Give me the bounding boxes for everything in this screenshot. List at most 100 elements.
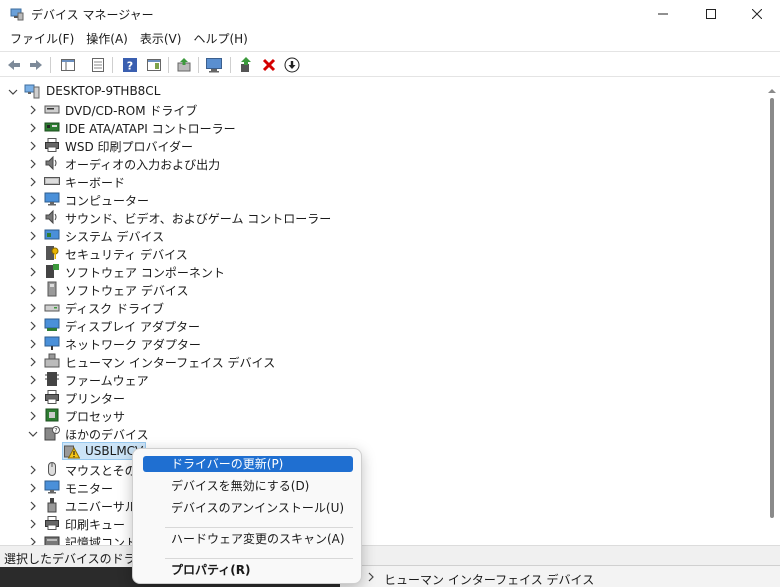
tree-node-label: セキュリティ デバイス <box>65 248 188 262</box>
toolbar-separator <box>230 57 231 73</box>
tree-node-label: サウンド、ビデオ、およびゲーム コントローラー <box>65 212 332 226</box>
uninstall-device-icon[interactable] <box>259 55 279 75</box>
chevron-right-icon[interactable] <box>28 140 38 151</box>
maximize-button[interactable] <box>688 0 734 28</box>
computer-icon <box>24 83 40 99</box>
tree-node-label: ほかのデバイス <box>65 428 149 442</box>
tree-category[interactable]: ヒューマン インターフェイス デバイス <box>0 352 764 370</box>
tree-category[interactable]: システム デバイス <box>0 226 764 244</box>
context-menu-separator <box>165 527 353 528</box>
scroll-up-icon[interactable] <box>768 84 776 93</box>
tree-category[interactable]: ファームウェア <box>0 370 764 388</box>
tree-category[interactable]: プリンター <box>0 388 764 406</box>
tree-category[interactable]: ディスプレイ アダプター <box>0 316 764 334</box>
menu-file[interactable]: ファイル(F) <box>4 29 80 49</box>
tree-category[interactable]: 記憶域コントロ <box>0 532 764 545</box>
tree-category[interactable]: コンピューター <box>0 190 764 208</box>
chevron-right-icon[interactable] <box>28 320 38 331</box>
tree-root-label: DESKTOP-9THB8CL <box>46 84 161 98</box>
chevron-right-icon[interactable] <box>28 464 38 475</box>
context-menu-item[interactable]: ドライバーの更新(P) <box>143 456 353 472</box>
printer-icon <box>44 515 60 531</box>
tree-category[interactable]: ネットワーク アダプター <box>0 334 764 352</box>
device-tree[interactable]: DESKTOP-9THB8CL DVD/CD-ROM ドライブ IDE ATA/A… <box>0 80 764 545</box>
usb-icon <box>44 497 60 513</box>
tree-node-label: IDE ATA/ATAPI コントローラー <box>65 122 236 136</box>
tree-category[interactable]: マウスとそのほ <box>0 460 764 478</box>
tree-category[interactable]: ソフトウェア デバイス <box>0 280 764 298</box>
unknown-device-icon: ? <box>44 425 60 441</box>
tree-category[interactable]: モニター <box>0 478 764 496</box>
chevron-right-icon[interactable] <box>28 248 38 259</box>
tree-category[interactable]: WSD 印刷プロバイダー <box>0 136 764 154</box>
chevron-right-icon[interactable] <box>28 482 38 493</box>
menu-view[interactable]: 表示(V) <box>134 29 188 49</box>
tree-category[interactable]: DVD/CD-ROM ドライブ <box>0 100 764 118</box>
chevron-right-icon[interactable] <box>28 158 38 169</box>
tree-category[interactable]: サウンド、ビデオ、およびゲーム コントローラー <box>0 208 764 226</box>
disk-drive-icon <box>44 299 60 315</box>
scan-hardware-icon[interactable] <box>204 55 224 75</box>
chevron-right-icon[interactable] <box>28 500 38 511</box>
scroll-thumb[interactable] <box>770 98 774 518</box>
disable-device-icon[interactable] <box>282 55 302 75</box>
chevron-down-icon[interactable] <box>28 428 38 438</box>
chevron-right-icon[interactable] <box>28 338 38 349</box>
tree-category[interactable]: キーボード <box>0 172 764 190</box>
tree-category[interactable]: ディスク ドライブ <box>0 298 764 316</box>
chevron-right-icon[interactable] <box>28 392 38 403</box>
chevron-right-icon[interactable] <box>28 176 38 187</box>
chevron-right-icon[interactable] <box>28 536 38 545</box>
context-menu-item[interactable]: プロパティ(R) <box>143 562 353 578</box>
minimize-button[interactable] <box>640 0 686 28</box>
chevron-right-icon[interactable] <box>28 104 38 115</box>
action-pane-icon[interactable] <box>144 55 164 75</box>
chevron-right-icon[interactable] <box>28 302 38 313</box>
printer-icon <box>44 137 60 153</box>
menu-action[interactable]: 操作(A) <box>80 29 134 49</box>
update-driver-icon[interactable] <box>174 55 194 75</box>
forward-arrow-icon[interactable] <box>26 55 46 75</box>
mouse-icon <box>44 461 60 477</box>
tree-child-node[interactable]: USBLMCV <box>0 442 764 460</box>
chevron-right-icon[interactable] <box>28 410 38 421</box>
tree-category[interactable]: ソフトウェア コンポーネント <box>0 262 764 280</box>
speaker-icon <box>44 155 60 171</box>
menu-help[interactable]: ヘルプ(H) <box>187 29 253 49</box>
help-icon[interactable]: ? <box>120 55 140 75</box>
chevron-right-icon[interactable] <box>28 266 38 277</box>
chevron-down-icon[interactable] <box>8 86 18 96</box>
chevron-right-icon[interactable] <box>28 230 38 241</box>
tree-category[interactable]: 印刷キュー <box>0 514 764 532</box>
speaker-icon <box>44 209 60 225</box>
keyboard-icon <box>44 173 60 189</box>
tree-category[interactable]: セキュリティ デバイス <box>0 244 764 262</box>
tree-node-label: ヒューマン インターフェイス デバイス <box>65 356 276 370</box>
firmware-icon <box>44 371 60 387</box>
context-menu-item[interactable]: デバイスのアンインストール(U) <box>143 500 353 516</box>
network-adapter-icon <box>44 335 60 351</box>
tree-category[interactable]: プロセッサ <box>0 406 764 424</box>
chevron-right-icon[interactable] <box>28 518 38 529</box>
chevron-right-icon[interactable] <box>28 356 38 367</box>
tree-node-label: ディスプレイ アダプター <box>65 320 200 334</box>
properties-icon[interactable] <box>88 55 108 75</box>
back-arrow-icon[interactable] <box>4 55 24 75</box>
tree-category[interactable]: オーディオの入力および出力 <box>0 154 764 172</box>
chevron-right-icon[interactable] <box>28 212 38 223</box>
chevron-right-icon[interactable] <box>28 122 38 133</box>
tree-root[interactable]: DESKTOP-9THB8CL <box>0 82 764 100</box>
context-menu-item[interactable]: ハードウェア変更のスキャン(A) <box>143 531 353 547</box>
show-hide-console-tree-icon[interactable] <box>58 55 78 75</box>
tree-category[interactable]: ユニバーサル シ <box>0 496 764 514</box>
chevron-right-icon[interactable] <box>28 194 38 205</box>
chevron-right-icon[interactable] <box>28 374 38 385</box>
vertical-scrollbar[interactable] <box>764 80 780 545</box>
tree-category[interactable]: IDE ATA/ATAPI コントローラー <box>0 118 764 136</box>
context-menu-item[interactable]: デバイスを無効にする(D) <box>143 478 353 494</box>
enable-device-icon[interactable] <box>236 55 256 75</box>
close-button[interactable] <box>734 0 780 28</box>
tree-category[interactable]: ? ほかのデバイス <box>0 424 764 442</box>
storage-controller-icon <box>44 533 60 545</box>
chevron-right-icon[interactable] <box>28 284 38 295</box>
